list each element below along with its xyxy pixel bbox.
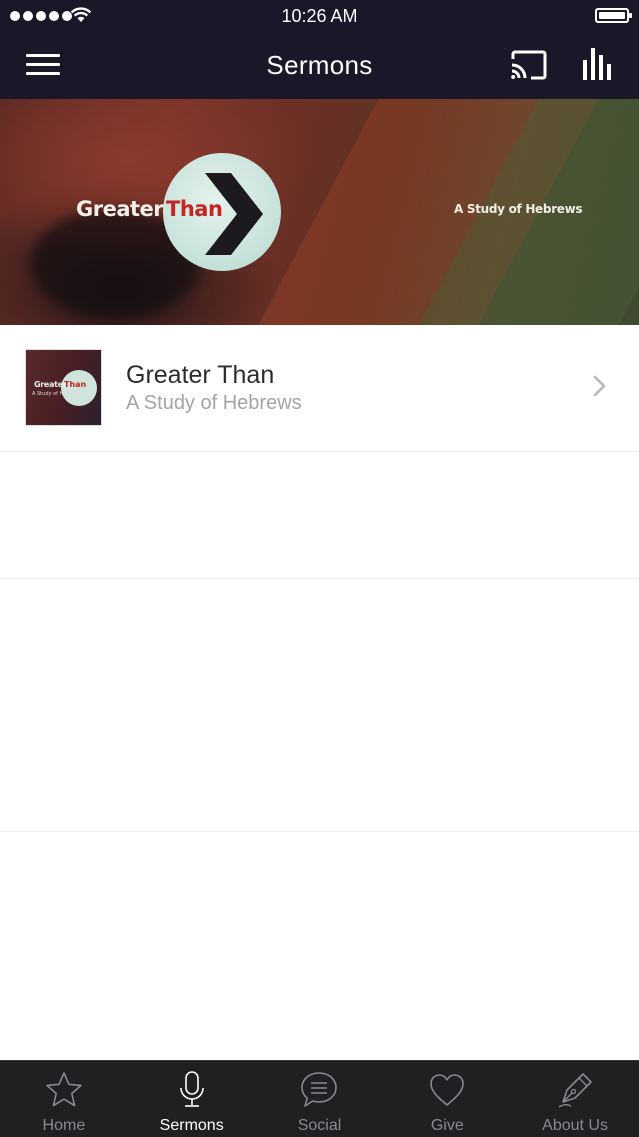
tab-label: Give: [430, 1117, 464, 1134]
tab-social[interactable]: Social: [256, 1061, 384, 1137]
sermon-list: Greater Than A Study of Hebrews Greater …: [0, 325, 639, 832]
status-bar: 10:26 AM: [0, 0, 639, 32]
cast-icon[interactable]: [510, 50, 548, 80]
tab-label: Sermons: [159, 1117, 224, 1134]
bar-chart-icon[interactable]: [582, 46, 614, 80]
tab-about-us[interactable]: About Us: [511, 1061, 639, 1137]
tab-give[interactable]: Give: [383, 1061, 511, 1137]
series-thumbnail: Greater Than A Study of Hebrews: [25, 349, 102, 426]
tab-home[interactable]: Home: [0, 1061, 128, 1137]
list-item[interactable]: Greater Than A Study of Hebrews Greater …: [0, 325, 639, 452]
list-item-title: Greater Than: [126, 361, 275, 389]
chat-bubble-icon: [301, 1072, 338, 1107]
nav-bar: Sermons: [0, 32, 639, 99]
thumb-subtitle: A Study of Hebrews: [32, 391, 82, 397]
chevron-right-icon: [593, 375, 606, 397]
banner-subtitle: A Study of Hebrews: [454, 202, 583, 216]
thumb-word2: Than: [64, 380, 87, 389]
list-item-subtitle: A Study of Hebrews: [126, 392, 302, 414]
heart-icon: [430, 1074, 465, 1106]
tab-sermons[interactable]: Sermons: [128, 1061, 256, 1137]
empty-list-row: [0, 452, 639, 579]
microphone-icon: [179, 1071, 204, 1107]
star-icon: [46, 1072, 82, 1107]
status-time: 10:26 AM: [281, 6, 358, 26]
pen-nib-icon: [558, 1073, 592, 1108]
banner-title-word1: Greater: [76, 197, 164, 221]
tab-label: Social: [297, 1117, 342, 1134]
series-banner[interactable]: Greater Than A Study of Hebrews: [0, 99, 639, 325]
tab-label: Home: [42, 1117, 86, 1134]
thumb-word1: Greater: [34, 380, 67, 389]
empty-list-row: [0, 579, 639, 832]
battery-icon: [595, 8, 632, 23]
tab-bar: Home Sermons Social Give About Us: [0, 1060, 639, 1137]
banner-title-word2: Than: [166, 197, 223, 221]
tab-label: About Us: [542, 1117, 608, 1134]
